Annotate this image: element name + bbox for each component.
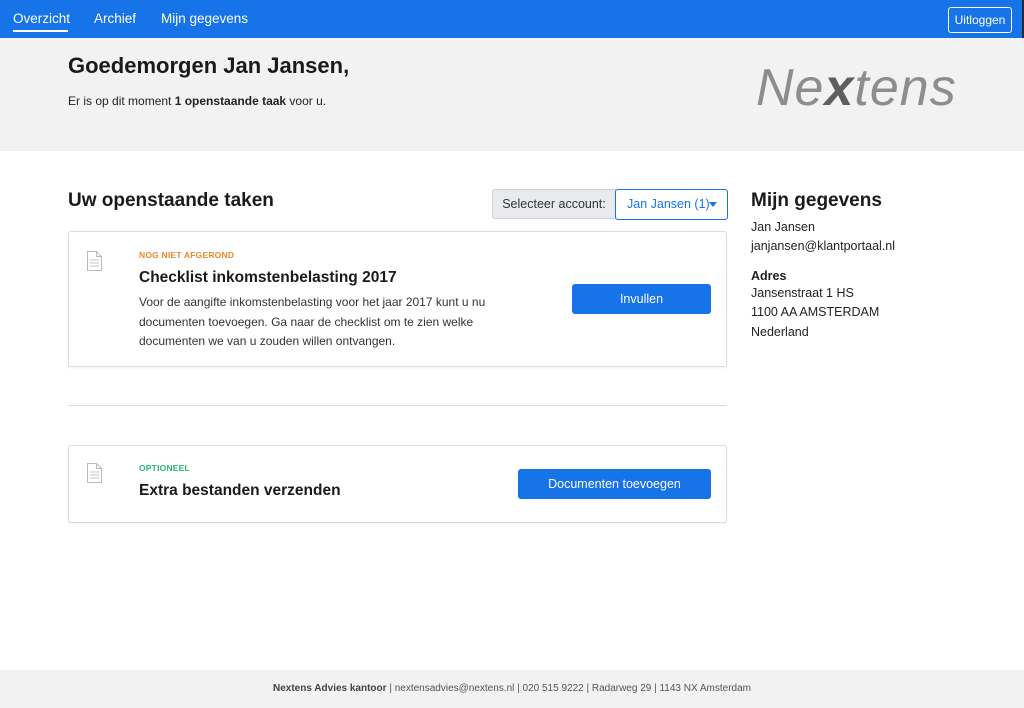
nav-mijn-gegevens[interactable]: Mijn gegevens bbox=[161, 11, 248, 27]
logout-button[interactable]: Uitloggen bbox=[948, 7, 1012, 33]
account-select-value: Jan Jansen (1) bbox=[627, 197, 710, 211]
section-divider bbox=[68, 405, 727, 406]
task-title: Checklist inkomstenbelasting 2017 bbox=[139, 269, 397, 286]
summary-count: 1 openstaande taak bbox=[174, 94, 287, 108]
address-street: Jansenstraat 1 HS bbox=[751, 286, 854, 300]
document-icon bbox=[87, 251, 102, 271]
summary-prefix: Er is op dit moment bbox=[68, 94, 175, 108]
task-card-checklist: NOG NIET AFGEROND Checklist inkomstenbel… bbox=[68, 231, 727, 367]
greeting-heading: Goedemorgen Jan Jansen, bbox=[68, 53, 350, 78]
fill-in-button[interactable]: Invullen bbox=[572, 284, 711, 314]
nextens-logo: Nextens bbox=[756, 59, 957, 117]
account-select-dropdown[interactable]: Jan Jansen (1) bbox=[615, 189, 728, 220]
account-select-label: Selecteer account: bbox=[492, 189, 616, 219]
profile-heading: Mijn gegevens bbox=[751, 190, 882, 211]
nav-archief[interactable]: Archief bbox=[94, 11, 136, 27]
status-badge: OPTIONEEL bbox=[139, 463, 190, 473]
footer-company: Nextens Advies kantoor bbox=[272, 683, 387, 694]
document-icon bbox=[87, 463, 102, 483]
task-title: Extra bestanden verzenden bbox=[139, 482, 341, 499]
tasks-heading: Uw openstaande taken bbox=[68, 190, 274, 211]
address-label: Adres bbox=[751, 269, 787, 283]
footer-details: | nextensadvies@nextens.nl | 020 515 922… bbox=[386, 683, 752, 694]
profile-email: janjansen@klantportaal.nl bbox=[751, 239, 896, 253]
task-description: Voor de aangifte inkomstenbelasting voor… bbox=[139, 295, 486, 348]
top-navigation: Overzicht Archief Mijn gegevens Uitlogge… bbox=[0, 0, 1024, 38]
status-badge: NOG NIET AFGEROND bbox=[139, 250, 235, 260]
nav-active-indicator bbox=[13, 30, 68, 32]
address-country: Nederland bbox=[751, 325, 809, 339]
nav-overzicht[interactable]: Overzicht bbox=[13, 11, 70, 27]
task-card-extra-files: OPTIONEEL Extra bestanden verzenden Docu… bbox=[68, 445, 727, 523]
footer: Nextens Advies kantoor | nextensadvies@n… bbox=[0, 670, 1024, 708]
profile-name: Jan Jansen bbox=[751, 220, 815, 234]
summary-suffix: voor u. bbox=[286, 94, 327, 108]
address-city: 1100 AA AMSTERDAM bbox=[751, 305, 880, 319]
caret-down-icon bbox=[709, 202, 717, 207]
open-tasks-summary: Er is op dit moment 1 openstaande taak v… bbox=[68, 94, 326, 108]
add-documents-button[interactable]: Documenten toevoegen bbox=[518, 469, 711, 499]
